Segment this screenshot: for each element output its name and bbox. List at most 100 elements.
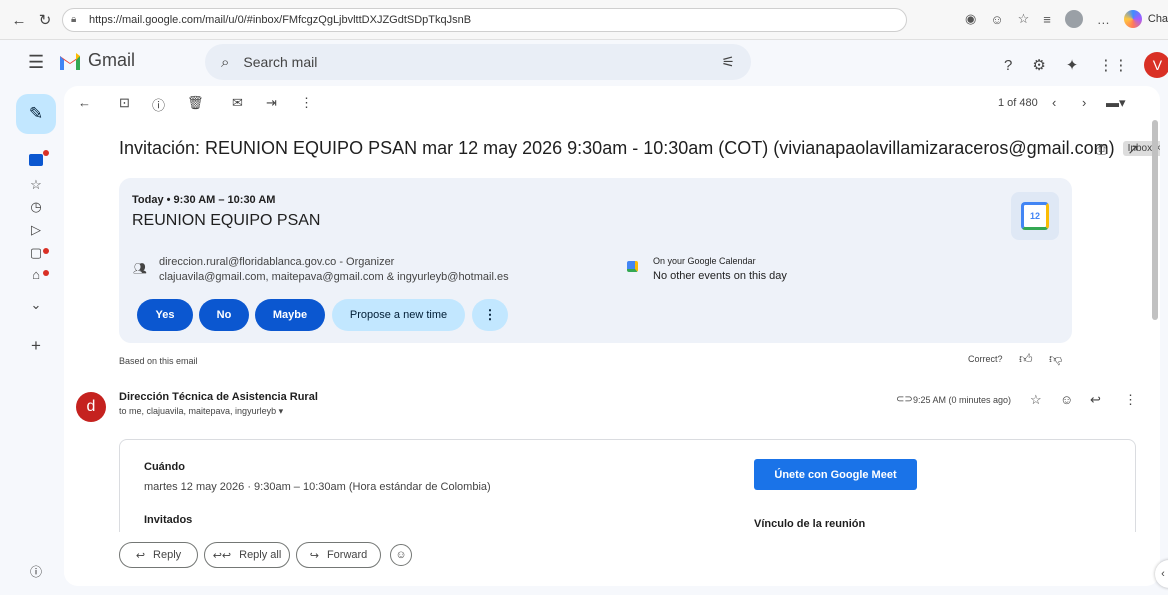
emoji-react-icon[interactable]: ☺ (1060, 392, 1073, 407)
subject-text: Invitación: REUNION EQUIPO PSAN mar 12 m… (119, 138, 1115, 158)
favorite-star-icon[interactable]: ☆ (1018, 11, 1030, 27)
reader-icon[interactable]: ☺ (990, 12, 1003, 27)
rsvp-more-options-button[interactable]: ⋮ (472, 299, 508, 331)
archive-icon[interactable]: ⊡ (119, 95, 130, 111)
starred-icon[interactable]: ☆ (29, 177, 43, 193)
email-panel: ← ⊡ ⓘ 🗑︎ ✉ ⇥ ⋮ 1 of 480 ‹ › ▬▾ Invitació… (64, 86, 1160, 586)
join-google-meet-button[interactable]: Únete con Google Meet (754, 459, 917, 490)
emoji-reaction-button[interactable]: ☺ (390, 544, 412, 566)
newer-chevron-left-icon[interactable]: ‹ (1052, 95, 1056, 110)
move-to-icon[interactable]: ⇥ (266, 95, 277, 111)
search-input[interactable]: Search mail (243, 54, 317, 70)
input-tools-icon[interactable]: ▬▾ (1106, 95, 1126, 111)
rsvp-maybe-button[interactable]: Maybe (255, 299, 325, 331)
more-chevron-down-icon[interactable]: ⌄ (29, 297, 43, 313)
when-value: martes 12 may 2026 · 9:30am – 10:30am (H… (144, 481, 491, 493)
recipients-line[interactable]: to me, clajuavila, maitepava, ingyurleyb… (119, 406, 283, 417)
google-calendar-icon (627, 261, 638, 272)
older-chevron-right-icon[interactable]: › (1082, 95, 1086, 110)
browser-toolbar: ← ↻ 🔒︎ https://mail.google.com/mail/u/0/… (0, 0, 1168, 40)
address-bar[interactable]: 🔒︎ https://mail.google.com/mail/u/0/#inb… (62, 8, 907, 32)
delete-trash-icon[interactable]: 🗑︎ (187, 95, 204, 111)
sender-avatar[interactable]: d (76, 392, 106, 422)
reply-all-label: Reply all (239, 549, 282, 561)
mark-unread-icon[interactable]: ✉ (232, 95, 243, 111)
search-options-icon[interactable]: ⚟ (722, 53, 735, 71)
gmail-logo[interactable]: Gmail (58, 50, 135, 71)
rsvp-yes-button[interactable]: Yes (137, 299, 193, 331)
favorites-list-icon[interactable]: ≡ (1043, 12, 1051, 27)
attachment-icon: ⊂⊃ (896, 394, 913, 405)
pencil-icon: ✎ (28, 104, 44, 123)
back-arrow-icon[interactable]: ← (8, 9, 30, 31)
account-avatar[interactable]: V (1144, 52, 1168, 78)
print-icon[interactable]: ⎙ (1096, 141, 1107, 158)
back-to-inbox-icon[interactable]: ← (78, 95, 91, 110)
sender-name[interactable]: Dirección Técnica de Asistencia Rural (119, 391, 318, 403)
chat-label[interactable]: Chat (1148, 13, 1168, 25)
event-guests: clajuavila@gmail.com, maitepava@gmail.co… (159, 271, 509, 283)
gemini-icon[interactable]: ✦ (1066, 56, 1079, 74)
gmail-wordmark: Gmail (88, 50, 136, 70)
rsvp-no-button[interactable]: No (199, 299, 249, 331)
event-title: REUNION EQUIPO PSAN (132, 212, 321, 229)
based-on-email-note: Based on this email (119, 356, 198, 366)
propose-new-time-button[interactable]: Propose a new time (332, 299, 465, 331)
help-icon[interactable]: ? (1004, 57, 1012, 74)
thumbs-up-icon[interactable]: 👍︎ (1019, 351, 1033, 367)
message-more-icon[interactable]: ⋮ (1124, 392, 1137, 408)
smiley-icon: ☺ (395, 549, 407, 561)
inbox-icon[interactable] (29, 154, 43, 166)
main-menu-icon[interactable]: ☰ (28, 52, 44, 73)
forward-icon: ↪ (309, 549, 319, 562)
purchases-icon[interactable]: ⌂ (29, 267, 43, 282)
browser-actions: ◉ ☺ ☆ ≡ … Chat (965, 10, 1168, 28)
new-label-plus-icon[interactable]: + (29, 336, 43, 356)
apps-grid-icon[interactable]: ⋮⋮ (1098, 56, 1128, 74)
reply-bar: ↩ Reply ↩↩ Reply all ↪ Forward ☺ (64, 532, 1160, 586)
sent-icon[interactable]: ▷ (29, 222, 43, 238)
browser-profile-icon[interactable] (1064, 10, 1083, 28)
refresh-icon[interactable]: ↻ (34, 9, 56, 31)
search-bar[interactable]: ⌕ Search mail ⚟ (205, 44, 751, 80)
drafts-icon[interactable]: ▢ (29, 245, 43, 261)
reply-arrow-icon[interactable]: ↩ (1090, 392, 1101, 408)
calendar-status-detail: No other events on this day (653, 270, 787, 282)
more-options-icon[interactable]: ⋮ (300, 95, 313, 111)
more-menu-icon[interactable]: … (1097, 12, 1110, 27)
gmail-header: ☰ Gmail ⌕ Search mail ⚟ ? ⚙ ✦ ⋮⋮ V (0, 40, 1168, 84)
forward-label: Forward (326, 549, 368, 561)
tracking-icon[interactable]: ◉ (965, 11, 976, 27)
vertical-scrollbar[interactable] (1152, 120, 1158, 320)
thumbs-down-icon[interactable]: 👎︎ (1049, 351, 1062, 367)
feedback-question: Correct? (968, 354, 1003, 364)
meeting-link-label: Vínculo de la reunión (754, 518, 866, 530)
purchases-notification-dot (43, 270, 49, 276)
message-timestamp: 9:25 AM (0 minutes ago) (913, 395, 1012, 405)
event-organizer: direccion.rural@floridablanca.gov.co - O… (159, 256, 395, 268)
inbox-notification-dot (43, 150, 49, 156)
url-text: https://mail.google.com/mail/u/0/#inbox/… (89, 14, 472, 26)
event-time: Today • 9:30 AM – 10:30 AM (132, 194, 276, 206)
subject-actions: ⎙ ↗ (1096, 141, 1139, 158)
settings-gear-icon[interactable]: ⚙ (1032, 56, 1045, 74)
snoozed-clock-icon[interactable]: ◷ (29, 199, 43, 215)
calendar-day-icon: 12 (1021, 202, 1049, 230)
compose-button[interactable]: ✎ (16, 94, 56, 134)
people-icon: 👥︎ (133, 263, 147, 275)
forward-button[interactable]: ↪ Forward (296, 542, 381, 568)
reply-all-button[interactable]: ↩↩ Reply all (204, 542, 290, 568)
star-message-icon[interactable]: ☆ (1030, 392, 1042, 408)
reply-button[interactable]: ↩ Reply (119, 542, 198, 568)
guests-label: Invitados (144, 514, 193, 526)
drafts-notification-dot (43, 248, 49, 254)
search-icon[interactable]: ⌕ (221, 54, 229, 71)
reply-label: Reply (153, 549, 182, 561)
copilot-icon[interactable] (1123, 10, 1142, 28)
page-info-icon[interactable]: 🔒︎ (71, 14, 83, 26)
reply-icon: ↩ (135, 549, 146, 562)
info-icon[interactable]: ⓘ (30, 563, 42, 580)
open-new-window-icon[interactable]: ↗ (1127, 141, 1139, 158)
report-spam-icon[interactable]: ⓘ (152, 95, 165, 114)
google-calendar-logo: 12 (1011, 192, 1059, 240)
